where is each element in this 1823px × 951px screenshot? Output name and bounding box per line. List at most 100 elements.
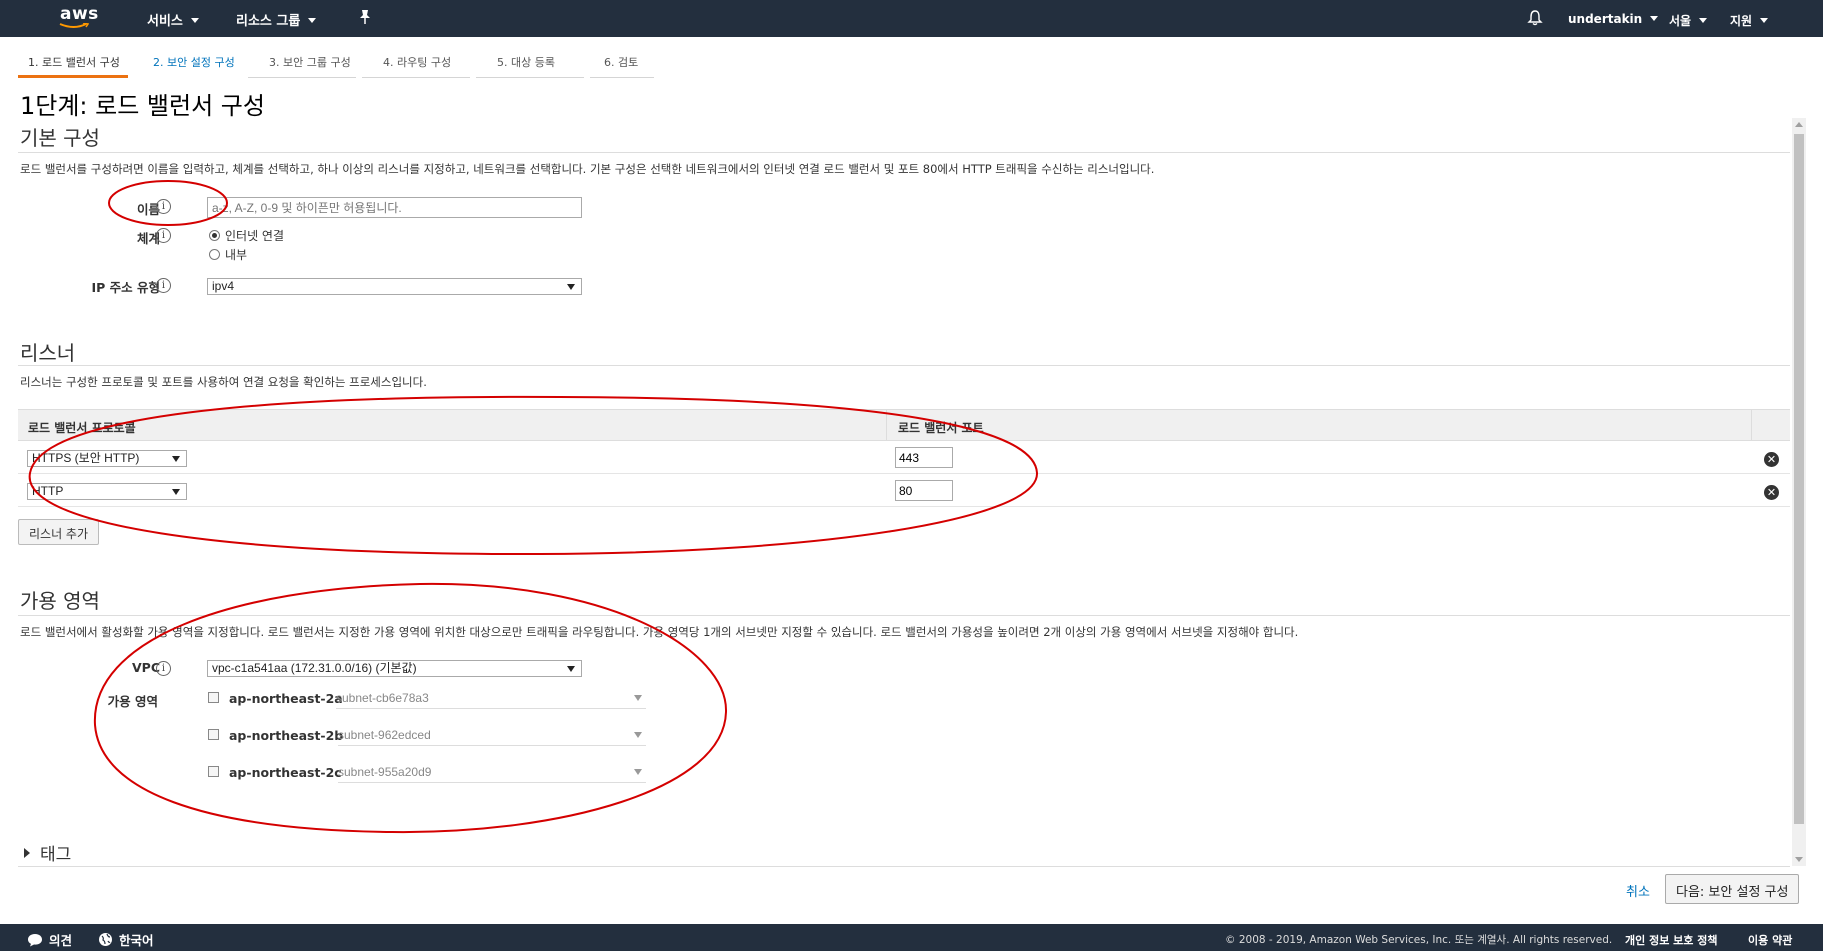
port-input[interactable] [895,480,953,501]
divider [18,152,1790,153]
az-name: ap-northeast-2c [229,765,342,780]
next-button[interactable]: 다음: 보안 설정 구성 [1665,874,1800,904]
divider [18,866,1790,867]
chevron-down-icon [172,489,180,495]
support-label: 지원 [1730,14,1753,28]
scrollbar-thumb[interactable] [1794,134,1804,824]
basic-config-title: 기본 구성 [20,126,100,150]
footer: 의견 한국어 © 2008 - 2019, Amazon Web Service… [0,924,1823,951]
subnet-select[interactable]: subnet-962edced [338,728,646,746]
aws-logo[interactable]: aws [56,4,98,32]
chevron-down-icon [567,284,575,290]
region-menu[interactable]: 서울 [1669,12,1708,29]
chevron-down-icon [1699,18,1708,23]
chevron-down-icon [567,666,575,672]
ip-type-value: ipv4 [212,279,235,293]
az-desc: 로드 밸런서에서 활성화할 가용 영역을 지정합니다. 로드 밸런서는 지정한 … [20,625,1299,639]
terms-link[interactable]: 이용 약관 [1748,932,1792,948]
az-checkbox[interactable] [208,729,219,740]
add-listener-button[interactable]: 리스너 추가 [18,519,100,545]
aws-smile-icon [59,23,89,28]
tags-toggle[interactable]: 태그 [24,840,71,865]
protocol-value: HTTP [32,484,64,498]
listeners-desc: 리스너는 구성한 프로토콜 및 포트를 사용하여 연결 요청을 확인하는 프로세… [20,375,427,389]
pin-icon[interactable] [358,9,372,29]
subnet-value: subnet-cb6e78a3 [336,691,429,705]
feedback-label: 의견 [49,933,73,948]
account-name: undertakin [1568,12,1643,26]
chevron-down-icon [634,769,642,775]
cancel-link[interactable]: 취소 [1626,881,1650,900]
language-label: 한국어 [119,933,154,948]
resource-groups-menu[interactable]: 리소스 그룹 [236,10,317,29]
step-register-targets[interactable]: 5. 대상 등록 [476,46,584,78]
protocol-select[interactable]: HTTPS (보안 HTTP) [27,450,187,467]
globe-icon [99,933,112,946]
step-configure-lb[interactable]: 1. 로드 밸런서 구성 [18,46,128,78]
step-review[interactable]: 6. 검토 [590,46,654,78]
az-title: 가용 영역 [20,589,100,613]
scheme-internal-label: 내부 [225,248,248,262]
services-menu[interactable]: 서비스 [147,10,199,29]
page-title: 1단계: 로드 밸런서 구성 [20,92,265,120]
info-icon[interactable]: i [156,278,171,293]
scroll-down-icon[interactable] [1795,857,1803,862]
tags-label: 태그 [40,845,72,865]
bell-icon[interactable] [1527,9,1543,30]
language-link[interactable]: 한국어 [98,930,154,949]
table-row: HTTPS (보안 HTTP) ✕ [18,441,1790,474]
step-security-settings[interactable]: 2. 보안 설정 구성 [134,46,242,78]
subnet-value: subnet-955a20d9 [338,765,432,779]
scheme-internal-radio[interactable] [209,249,220,260]
basic-config-desc: 로드 밸런서를 구성하려면 이름을 입력하고, 체계를 선택하고, 하나 이상의… [20,162,1155,176]
info-icon[interactable]: i [156,661,171,676]
scroll-up-icon[interactable] [1795,122,1803,127]
chevron-down-icon [308,18,317,23]
divider [18,615,1790,616]
scheme-internet-radio[interactable] [209,230,220,241]
protocol-value: HTTPS (보안 HTTP) [32,451,140,465]
chevron-down-icon [1760,18,1769,23]
listeners-table-header: 로드 밸런서 프로토콜 로드 밸런서 포트 [18,409,1790,441]
step-routing[interactable]: 4. 라우팅 구성 [362,46,470,78]
ip-type-label: IP 주소 유형 [91,280,160,295]
aws-logo-text: aws [60,4,99,24]
resource-groups-label: 리소스 그룹 [236,14,301,29]
subnet-select[interactable]: subnet-cb6e78a3 [336,691,646,709]
remove-icon[interactable]: ✕ [1764,485,1779,500]
az-checkbox[interactable] [208,766,219,777]
az-checkbox[interactable] [208,692,219,703]
vpc-select[interactable]: vpc-c1a541aa (172.31.0.0/16) (기본값) [207,660,582,677]
vpc-label: VPC [131,660,160,675]
name-input[interactable] [207,197,582,218]
az-label: 가용 영역 [107,694,158,709]
subnet-select[interactable]: subnet-955a20d9 [338,765,646,783]
port-input[interactable] [895,447,953,468]
region-label: 서울 [1669,14,1692,28]
name-label: 이름 [136,202,160,217]
az-name: ap-northeast-2a [229,691,343,706]
chevron-down-icon [634,732,642,738]
scheme-internet-label: 인터넷 연결 [225,229,285,243]
chat-icon [28,934,42,947]
ip-type-select[interactable]: ipv4 [207,278,582,295]
wizard-content: 기본 구성 로드 밸런서를 구성하려면 이름을 입력하고, 체계를 선택하고, … [18,118,1790,866]
scrollbar[interactable] [1792,118,1806,866]
feedback-link[interactable]: 의견 [27,930,72,949]
scheme-label: 체계 [136,231,160,246]
info-icon[interactable]: i [156,199,171,214]
support-menu[interactable]: 지원 [1730,12,1769,29]
vpc-value: vpc-c1a541aa (172.31.0.0/16) (기본값) [212,661,417,675]
step-security-groups[interactable]: 3. 보안 그룹 구성 [248,46,356,78]
services-label: 서비스 [147,14,183,29]
az-name: ap-northeast-2b [229,728,344,743]
listeners-title: 리스너 [20,341,76,365]
chevron-down-icon [634,695,642,701]
protocol-select[interactable]: HTTP [27,483,187,500]
account-menu[interactable]: undertakin [1568,12,1659,26]
chevron-down-icon [1650,16,1659,21]
remove-icon[interactable]: ✕ [1764,452,1779,467]
info-icon[interactable]: i [156,228,171,243]
privacy-link[interactable]: 개인 정보 보호 정책 [1625,932,1717,948]
table-row: HTTP ✕ [18,474,1790,507]
